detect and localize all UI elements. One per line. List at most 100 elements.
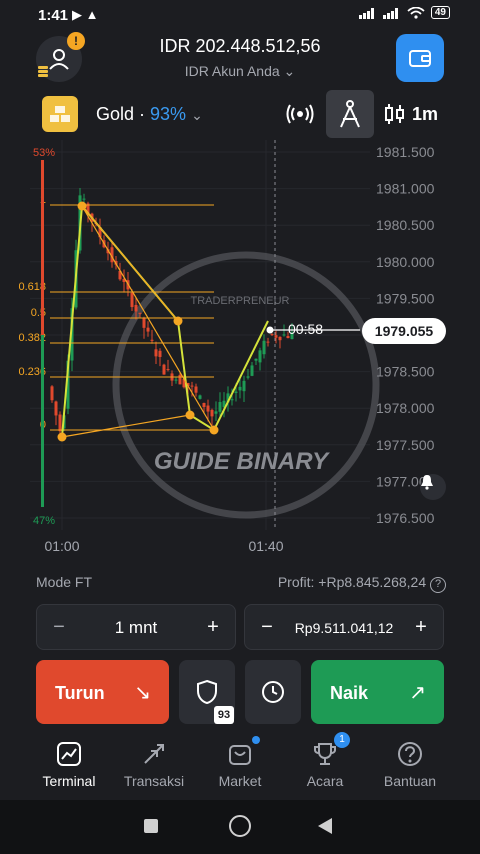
candle-body (138, 312, 142, 314)
candle-body (246, 376, 250, 378)
candle-body (238, 386, 242, 391)
help-icon[interactable]: ? (430, 577, 446, 593)
pending-order-button[interactable] (245, 660, 301, 724)
nav-item-terminal[interactable]: Terminal (21, 736, 117, 796)
up-button[interactable]: Naik ↗ (311, 660, 444, 724)
sentiment-up-bar (41, 335, 44, 507)
drawing-tools-button[interactable] (326, 90, 374, 138)
chart-svg[interactable]: TRADERPRENEUR GUIDE BINARY 10.6180.50.38… (0, 140, 480, 560)
signal-icon-2 (382, 7, 398, 19)
system-nav-bar (0, 800, 480, 854)
sentiment-top-label: 53% (33, 147, 55, 159)
candle-body (218, 402, 222, 412)
battery-icon: 49 (430, 6, 450, 19)
y-tick-label: 1981.500 (376, 144, 435, 160)
candle-body (58, 414, 62, 432)
candle-body (130, 292, 134, 308)
y-tick-label: 1980.500 (376, 217, 435, 233)
shield-count-badge: 93 (214, 706, 234, 724)
transactions-icon (144, 744, 164, 764)
sentiment-down-bar (41, 160, 44, 335)
timeframe-selector[interactable]: 1m (384, 102, 438, 126)
pattern-point (77, 201, 87, 211)
up-label: Naik (330, 683, 369, 703)
candle-body (206, 405, 210, 412)
acara-badge: 1 (334, 732, 350, 748)
y-tick-label: 1978.500 (376, 364, 435, 380)
y-tick-label: 1977.500 (376, 437, 435, 453)
asset-separator: · (134, 104, 151, 124)
price-chart[interactable]: TRADERPRENEUR GUIDE BINARY 10.6180.50.38… (0, 140, 480, 560)
amount-stepper: − Rp9.511.041,12 + (244, 604, 444, 650)
asset-name: Gold (96, 104, 135, 124)
duration-plus-button[interactable]: + (201, 616, 225, 639)
y-tick-label: 1981.000 (376, 181, 435, 197)
asset-bar: Gold · 93% ⌄ 1m (0, 90, 480, 138)
y-tick-label: 1980.000 (376, 254, 435, 270)
down-button[interactable]: Turun ↘ (36, 660, 169, 724)
nav-item-bantuan[interactable]: Bantuan (362, 736, 458, 796)
recent-apps-button[interactable] (144, 819, 158, 833)
down-label: Turun (55, 683, 105, 703)
back-button[interactable] (318, 818, 332, 834)
asset-selector[interactable]: Gold · 93% ⌄ (96, 104, 203, 125)
amount-plus-button[interactable]: + (409, 616, 433, 639)
account-label: IDR Akun Anda (184, 63, 280, 79)
broadcast-icon[interactable] (286, 100, 314, 128)
bell-icon (421, 475, 433, 490)
candles-icon (385, 104, 404, 124)
pattern-point (185, 410, 195, 420)
chart-icon (57, 742, 81, 766)
nav-item-transaksi[interactable]: Transaksi (106, 736, 202, 796)
duration-minus-button[interactable]: − (47, 616, 71, 639)
timeframe-label: 1m (412, 103, 439, 124)
candle-body (166, 369, 170, 371)
amount-minus-button[interactable]: − (255, 616, 279, 639)
candle-body (150, 339, 154, 341)
shield-icon (197, 679, 217, 705)
pattern-zigzag (61, 203, 269, 438)
status-time: 1:41 (38, 7, 69, 24)
candle-body (54, 401, 58, 416)
wallet-button[interactable] (396, 34, 444, 82)
candle-body (266, 341, 270, 343)
compass-icon (340, 100, 360, 128)
home-button[interactable] (229, 815, 251, 837)
nav-item-acara[interactable]: Acara (277, 736, 373, 796)
profit-value: Profit: +Rp8.845.268,24 (277, 574, 427, 590)
candle-body (142, 317, 146, 328)
watermark-text: GUIDE BINARY (154, 448, 330, 475)
current-price-tag: 1979.055 (362, 318, 446, 344)
mode-row: Mode FT Profit: +Rp8.845.268,24 ? (36, 574, 446, 594)
price-alert-button[interactable] (420, 474, 446, 500)
candle-body (254, 358, 258, 361)
candle-body (134, 304, 138, 312)
market-icon (229, 745, 251, 765)
x-axis: 01:00 01:40 (44, 538, 283, 554)
pattern-point (209, 425, 219, 435)
pattern-leg (81, 205, 179, 322)
nav-item-market[interactable]: Market (192, 736, 288, 796)
current-price-dot (266, 326, 274, 334)
harmonic-pattern (57, 201, 269, 442)
bottom-nav: Terminal Transaksi Market Acara Bantuan (0, 736, 480, 796)
help-icon (398, 742, 422, 766)
nav-label: Terminal (42, 773, 96, 789)
candle-body (250, 365, 254, 376)
asset-payout: 93% (150, 104, 187, 124)
nav-label: Acara (306, 773, 344, 789)
candle-body (158, 350, 162, 357)
duration-value[interactable]: 1 mnt (73, 618, 199, 638)
candle-body (146, 327, 150, 332)
profit-label: Profit: +Rp8.845.268,24 ? (278, 574, 446, 593)
notification-icons: ▶ ▲ (72, 7, 99, 22)
nav-label: Bantuan (383, 773, 437, 789)
signal-icon (358, 7, 374, 19)
duration-stepper: − 1 mnt + (36, 604, 236, 650)
candle-body (190, 385, 194, 387)
expiry-timer: 00:58 (288, 321, 324, 337)
sentiment-bottom-label: 47% (33, 515, 55, 527)
gold-icon[interactable] (42, 96, 78, 132)
amount-value[interactable]: Rp9.511.041,12 (281, 620, 407, 636)
market-notification-dot (252, 736, 260, 744)
